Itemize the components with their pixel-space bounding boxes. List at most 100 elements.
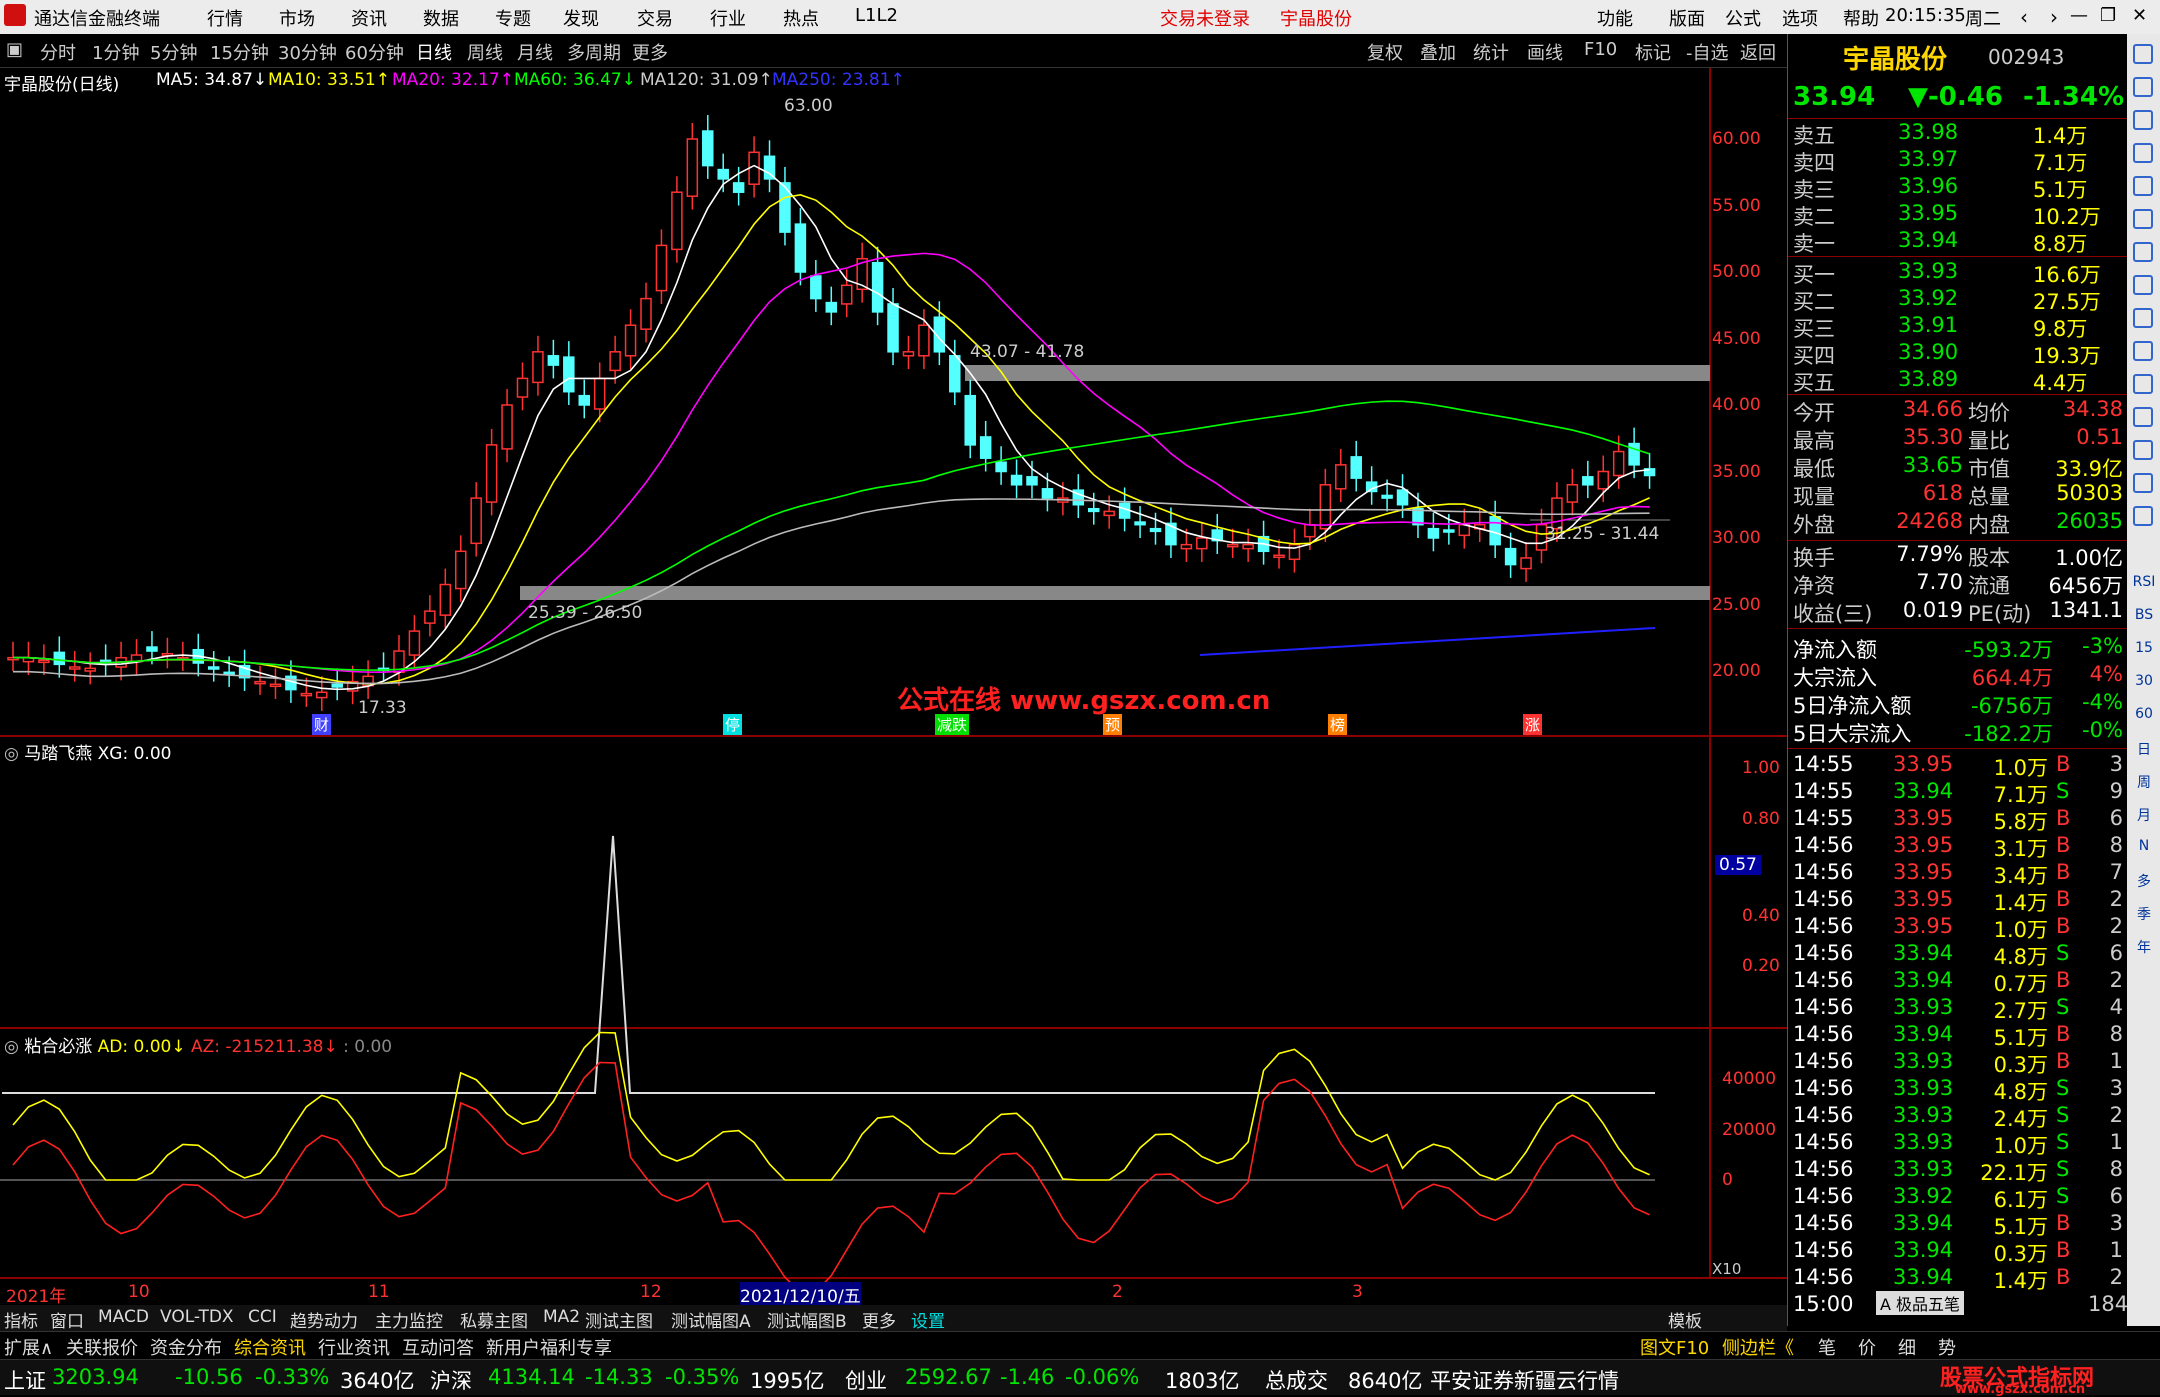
menu-6[interactable]: 交易: [637, 5, 673, 31]
tool-icon-2[interactable]: [2133, 110, 2153, 130]
menu-5[interactable]: 发现: [563, 5, 599, 31]
bid-price-4[interactable]: 33.89: [1898, 367, 1958, 391]
ext-tab-2[interactable]: 资金分布: [150, 1334, 222, 1360]
ind1-collapse-icon[interactable]: ◎: [4, 744, 19, 764]
tool-icon-1[interactable]: [2133, 77, 2153, 97]
tool-icon-5[interactable]: [2133, 209, 2153, 229]
minimize-icon[interactable]: —: [2070, 5, 2088, 26]
menu-2[interactable]: 资讯: [351, 5, 387, 31]
quote-tab-1[interactable]: 价: [1858, 1334, 1876, 1360]
tool-3[interactable]: 画线: [1527, 39, 1563, 65]
sidebar-toggle[interactable]: 侧边栏《: [1722, 1334, 1794, 1360]
tool-icon-9[interactable]: [2133, 341, 2153, 361]
tool-1[interactable]: 叠加: [1420, 39, 1456, 65]
tool-icon-11[interactable]: [2133, 407, 2153, 427]
ask-price-2[interactable]: 33.96: [1898, 174, 1958, 198]
tool-icon-0[interactable]: [2133, 44, 2153, 64]
menu-1[interactable]: 市场: [279, 5, 315, 31]
ask-price-0[interactable]: 33.98: [1898, 120, 1958, 144]
tool-icon-12[interactable]: [2133, 440, 2153, 460]
sidebar-icon-6[interactable]: 周: [2129, 772, 2159, 792]
ext-tab-0[interactable]: 扩展∧: [4, 1334, 53, 1360]
menu-7[interactable]: 行业: [710, 5, 746, 31]
chart-canvas[interactable]: [0, 68, 1787, 1290]
event-marker-2[interactable]: 减跌: [935, 714, 970, 735]
sidebar-icon-4[interactable]: 60: [2129, 706, 2159, 722]
tool-icon-10[interactable]: [2133, 374, 2153, 394]
quote-tab-3[interactable]: 势: [1938, 1334, 1956, 1360]
period-0[interactable]: 分时: [40, 39, 76, 65]
tool-0[interactable]: 复权: [1367, 39, 1403, 65]
right-menu-0[interactable]: 功能: [1597, 5, 1633, 31]
menu-8[interactable]: 热点: [783, 5, 819, 31]
menu-3[interactable]: 数据: [423, 5, 459, 31]
ind-tab-11[interactable]: 测试幅图B: [767, 1307, 847, 1332]
tool-icon-8[interactable]: [2133, 308, 2153, 328]
forward-icon[interactable]: ›: [2050, 5, 2058, 29]
menu-4[interactable]: 专题: [495, 5, 531, 31]
login-status[interactable]: 交易未登录: [1160, 5, 1250, 31]
tool-2[interactable]: 统计: [1473, 39, 1509, 65]
ask-price-1[interactable]: 33.97: [1898, 147, 1958, 171]
sidebar-icon-9[interactable]: 多: [2129, 871, 2159, 891]
tool-icon-14[interactable]: [2133, 506, 2153, 526]
tool-icon-7[interactable]: [2133, 275, 2153, 295]
tool-4[interactable]: F10: [1584, 39, 1617, 60]
ext-tab-1[interactable]: 关联报价: [66, 1334, 138, 1360]
right-menu-3[interactable]: 选项: [1782, 5, 1818, 31]
tool-icon-4[interactable]: [2133, 176, 2153, 196]
bid-price-0[interactable]: 33.93: [1898, 259, 1958, 283]
f10-link[interactable]: 图文F10: [1640, 1334, 1709, 1360]
sidebar-icon-10[interactable]: 季: [2129, 904, 2159, 924]
period-4[interactable]: 30分钟: [278, 39, 337, 65]
right-menu-2[interactable]: 公式: [1725, 5, 1761, 31]
bid-price-1[interactable]: 33.92: [1898, 286, 1958, 310]
ind-tab-1[interactable]: 窗口: [50, 1307, 84, 1332]
panel-toggle-icon[interactable]: ▣: [6, 39, 23, 60]
tool-icon-6[interactable]: [2133, 242, 2153, 262]
period-10[interactable]: 更多: [632, 39, 668, 65]
period-3[interactable]: 15分钟: [210, 39, 269, 65]
ind2-collapse-icon[interactable]: ◎: [4, 1037, 19, 1057]
tool-6[interactable]: -自选: [1686, 39, 1729, 65]
period-9[interactable]: 多周期: [567, 39, 621, 65]
quote-tab-2[interactable]: 细: [1898, 1334, 1916, 1360]
sidebar-icon-7[interactable]: 月: [2129, 805, 2159, 825]
ind-tab-0[interactable]: 指标: [4, 1307, 38, 1332]
event-marker-3[interactable]: 预: [1103, 714, 1123, 735]
ind-tab-7[interactable]: 私募主图: [460, 1307, 528, 1332]
ind-tab-4[interactable]: CCI: [248, 1307, 277, 1327]
period-1[interactable]: 1分钟: [92, 39, 139, 65]
ask-price-4[interactable]: 33.94: [1898, 228, 1958, 252]
period-7[interactable]: 周线: [467, 39, 503, 65]
ask-price-3[interactable]: 33.95: [1898, 201, 1958, 225]
period-2[interactable]: 5分钟: [150, 39, 197, 65]
ext-tab-6[interactable]: 新用户福利专享: [486, 1334, 612, 1360]
sidebar-icon-5[interactable]: 日: [2129, 739, 2159, 759]
event-marker-4[interactable]: 榜: [1328, 714, 1348, 735]
event-marker-0[interactable]: 财: [312, 714, 332, 735]
ind-tab-6[interactable]: 主力监控: [375, 1307, 443, 1332]
ext-tab-3[interactable]: 综合资讯: [234, 1334, 306, 1360]
close-icon[interactable]: ✕: [2132, 5, 2147, 26]
bid-price-3[interactable]: 33.90: [1898, 340, 1958, 364]
ind-tab-13[interactable]: 设置: [911, 1307, 945, 1332]
ind-tab-9[interactable]: 测试主图: [585, 1307, 653, 1332]
menu-9[interactable]: L1L2: [855, 5, 898, 26]
ind-tab-12[interactable]: 更多: [862, 1307, 896, 1332]
event-marker-5[interactable]: 涨: [1523, 714, 1543, 735]
level2-button[interactable]: A 极品五笔: [1876, 1291, 1965, 1315]
ext-tab-4[interactable]: 行业资讯: [318, 1334, 390, 1360]
tool-7[interactable]: 返回: [1740, 39, 1776, 65]
ind-tab-5[interactable]: 趋势动力: [290, 1307, 358, 1332]
ind-tab-3[interactable]: VOL-TDX: [160, 1307, 234, 1327]
event-marker-1[interactable]: 停: [723, 714, 743, 735]
sidebar-icon-3[interactable]: 30: [2129, 673, 2159, 689]
back-icon[interactable]: ‹: [2020, 5, 2028, 29]
tool-icon-13[interactable]: [2133, 473, 2153, 493]
right-menu-4[interactable]: 帮助: [1843, 5, 1879, 31]
ind-tab-8[interactable]: MA2: [543, 1307, 580, 1327]
sidebar-icon-8[interactable]: N: [2129, 838, 2159, 854]
period-6[interactable]: 日线: [416, 39, 452, 65]
period-5[interactable]: 60分钟: [345, 39, 404, 65]
